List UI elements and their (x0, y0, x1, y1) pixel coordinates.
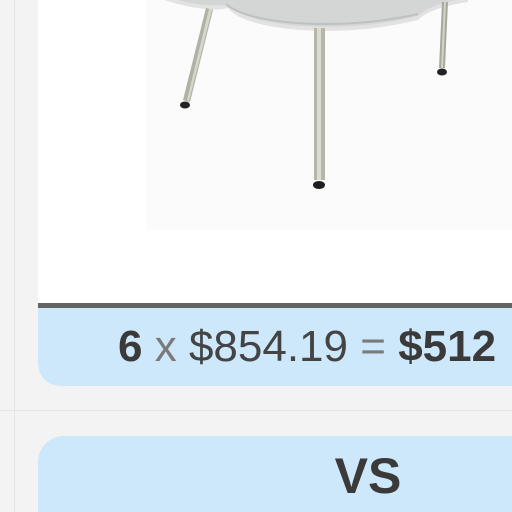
product-image (38, 0, 512, 303)
comparison-card[interactable]: VS (38, 436, 512, 512)
gutter-divider (14, 0, 15, 512)
page: 6 x $854.19 = $512 VS (0, 0, 512, 512)
unit-price: $854.19 (188, 322, 349, 371)
total-price: $512 (398, 322, 497, 371)
price-calculation: 6 x $854.19 = $512 (118, 322, 496, 372)
vs-label: VS (334, 448, 402, 504)
product-card[interactable]: 6 x $854.19 = $512 (38, 0, 512, 386)
section-divider (0, 410, 512, 411)
quantity: 6 (118, 322, 143, 371)
table-illustration (146, 0, 512, 230)
price-bar: 6 x $854.19 = $512 (38, 308, 512, 386)
times-sign: x (154, 322, 177, 371)
equals-sign: = (360, 322, 386, 371)
